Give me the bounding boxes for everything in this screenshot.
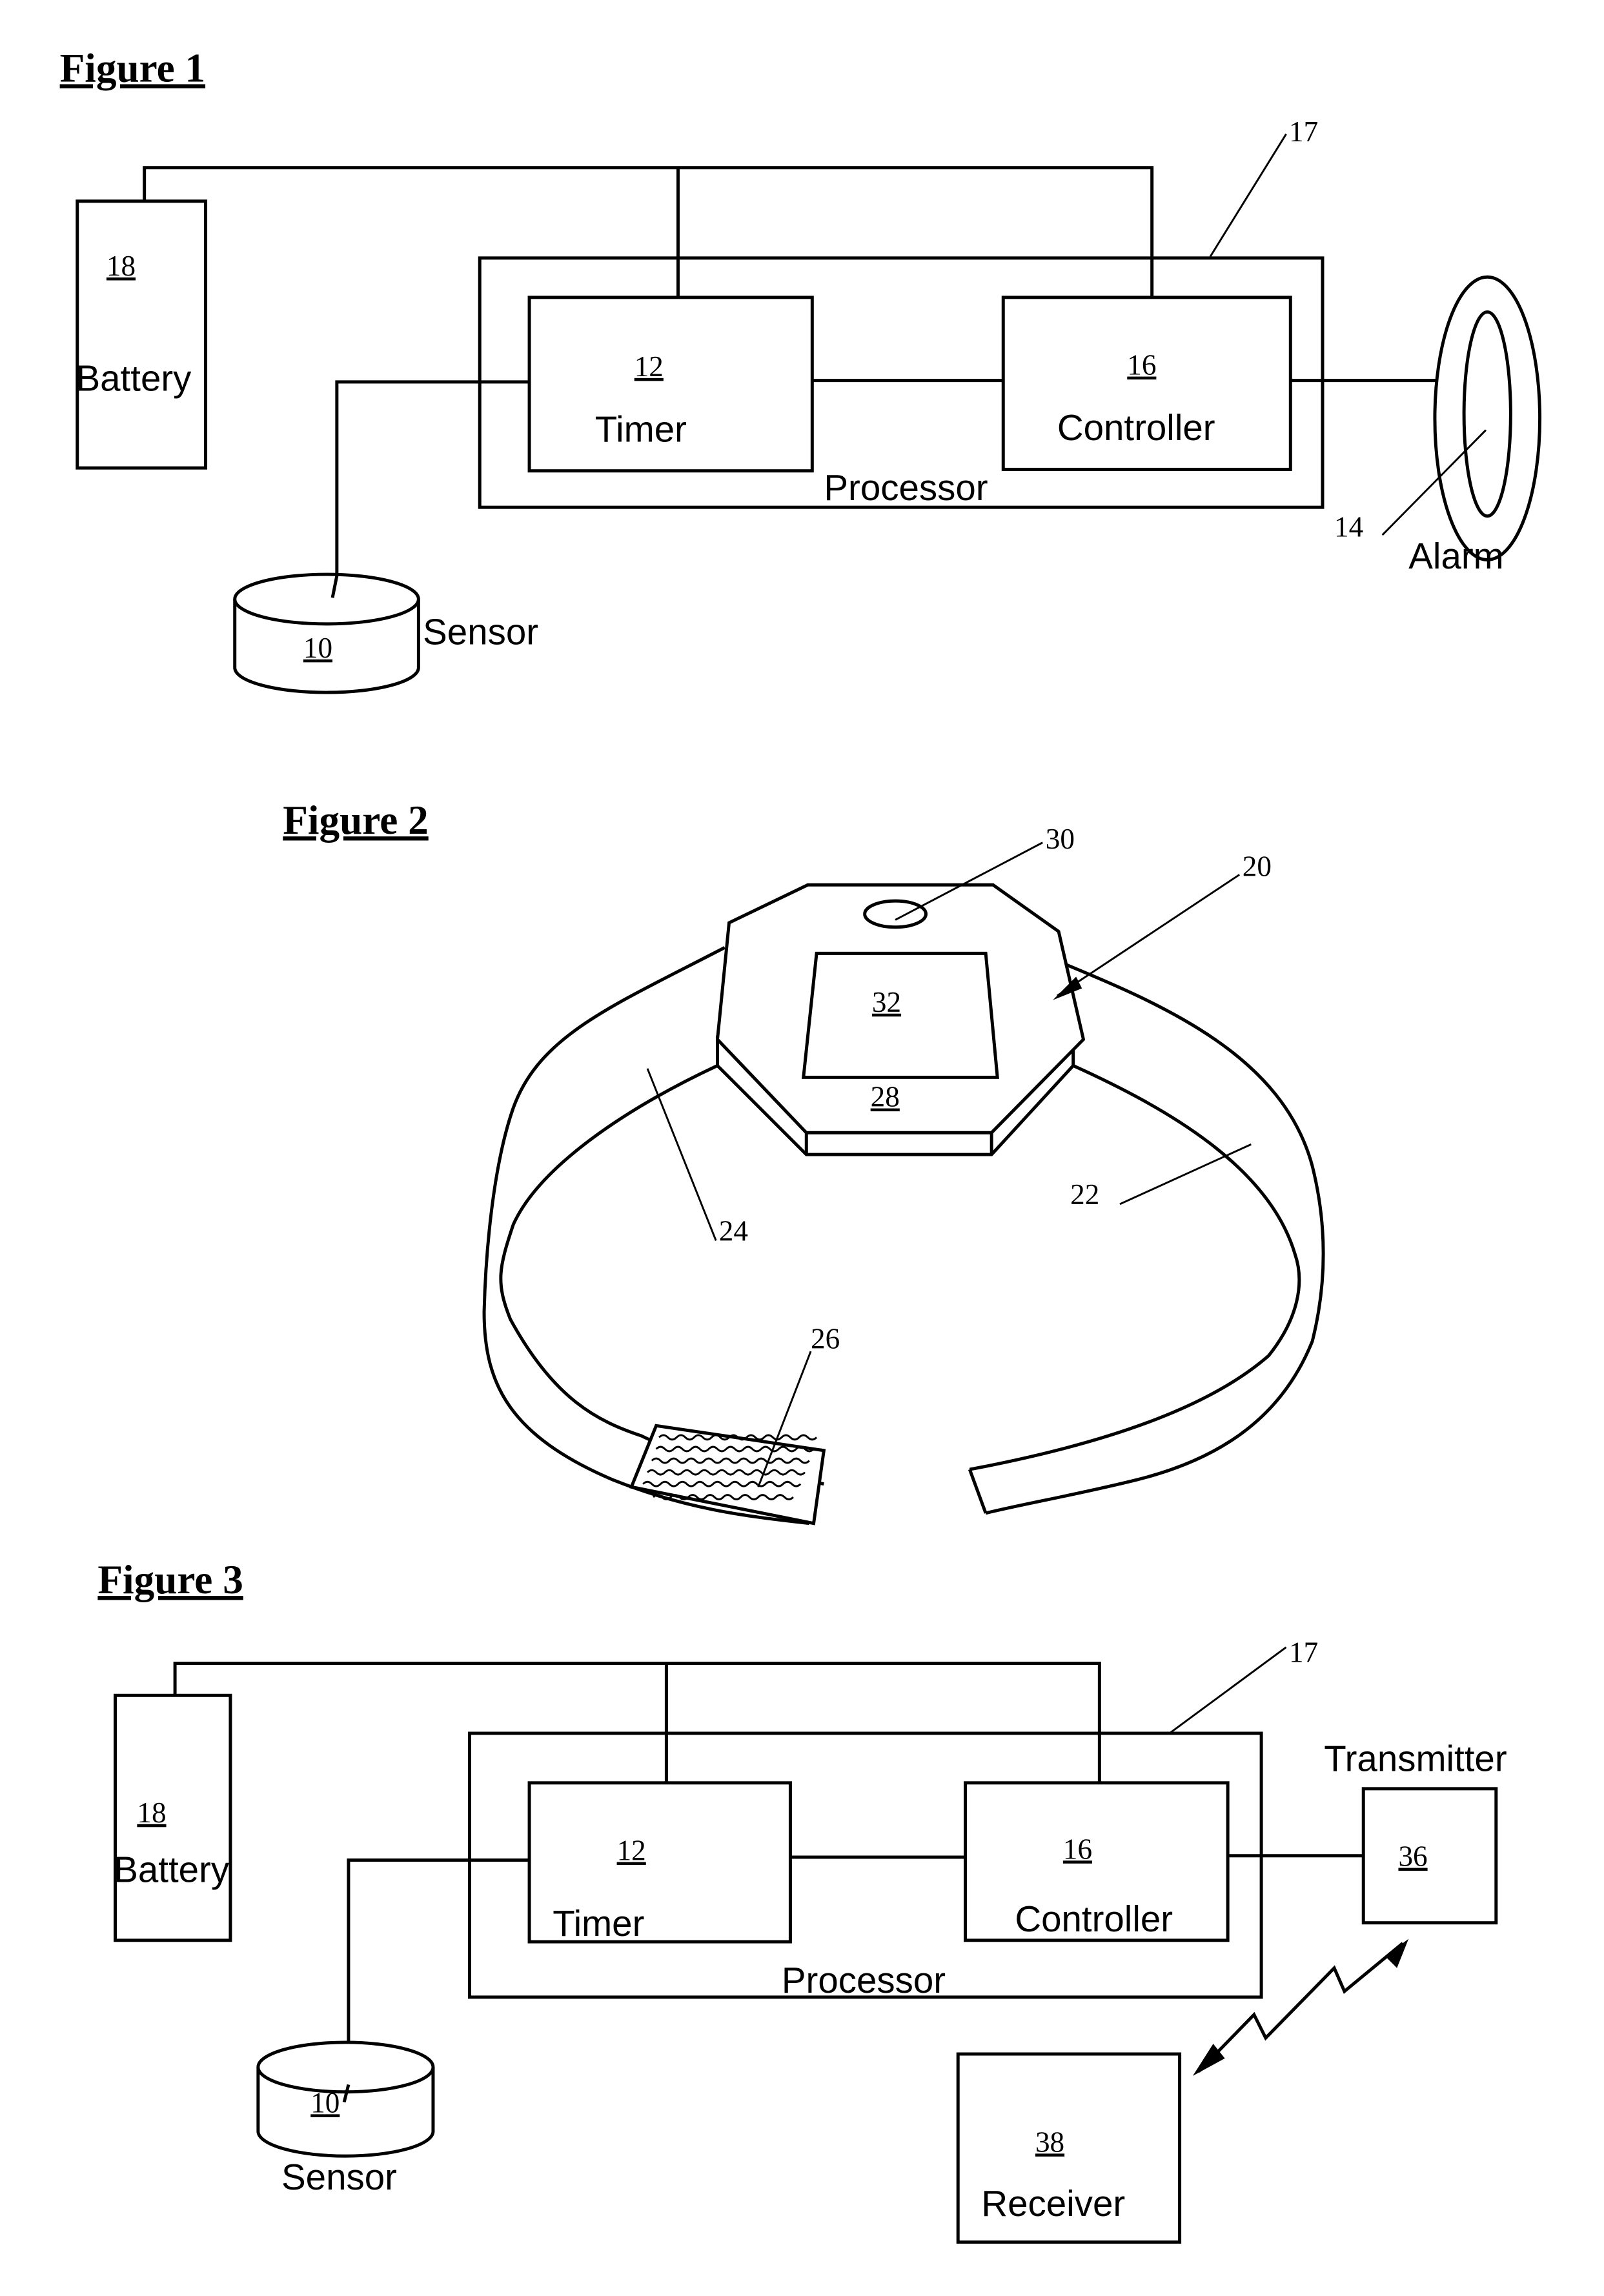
processor-label: Processor — [824, 467, 988, 508]
battery-ref: 18 — [107, 250, 136, 282]
figure-2-title: Figure 2 — [283, 798, 428, 843]
device-ref: 20 — [1243, 851, 1272, 883]
sensor-label: Sensor — [281, 2157, 397, 2197]
controller-label: Controller — [1057, 407, 1215, 448]
band-end-cut — [968, 1469, 988, 1514]
figure-1-title: Figure 1 — [60, 46, 205, 91]
power-bus-line — [173, 1662, 1101, 1783]
alarm-label: Alarm — [1408, 536, 1503, 576]
button-ref: 30 — [1046, 823, 1075, 855]
figure-2: Figure 2 32 28 30 20 24 22 26 — [283, 798, 1325, 1526]
timer-label: Timer — [595, 408, 687, 449]
alarm-ref: 14 — [1334, 510, 1363, 543]
transmitter-ref: 36 — [1398, 1840, 1427, 1873]
patent-drawing-sheet: Figure 1 18 Battery Processor 17 12 Time… — [60, 46, 1542, 2244]
timer-label: Timer — [553, 1903, 644, 1944]
sensor-line — [330, 380, 530, 596]
power-bus-line — [143, 166, 1154, 297]
controller-label: Controller — [1015, 1898, 1173, 1939]
figure-3: Figure 3 18 Battery Processor 17 12 Time… — [97, 1557, 1507, 2244]
transmitter-block — [1361, 1787, 1498, 1925]
sensor-label: Sensor — [423, 611, 538, 652]
band-left-ref: 24 — [719, 1214, 748, 1247]
controller-ref: 16 — [1127, 349, 1156, 381]
band-left-leader-line — [646, 1068, 717, 1241]
alarm-inner-ring — [1462, 310, 1512, 518]
sensor-ref: 10 — [303, 632, 332, 664]
battery-label: Battery — [114, 1849, 230, 1889]
battery-ref: 18 — [137, 1797, 166, 1829]
processor-leader-line — [1209, 134, 1287, 257]
battery-block — [76, 199, 208, 470]
display-ref: 32 — [872, 986, 901, 1018]
processor-ref: 17 — [1289, 1636, 1318, 1668]
band-left-inner-edge — [499, 1064, 824, 1486]
figure-3-title: Figure 3 — [97, 1557, 243, 1602]
housing-ref: 28 — [871, 1081, 900, 1113]
band-right-leader-line — [1119, 1143, 1252, 1205]
figure-1: Figure 1 18 Battery Processor 17 12 Time… — [60, 46, 1542, 694]
processor-label: Processor — [782, 1960, 946, 2000]
transmitter-label: Transmitter — [1324, 1738, 1507, 1779]
wireless-link-zigzag — [1197, 1942, 1404, 2073]
battery-label: Battery — [76, 357, 192, 398]
sensor-ref: 10 — [310, 2086, 340, 2119]
fastener-ref: 26 — [811, 1323, 840, 1355]
receiver-label: Receiver — [981, 2183, 1125, 2224]
receiver-ref: 38 — [1035, 2126, 1064, 2158]
band-right-ref: 22 — [1070, 1178, 1099, 1211]
device-leader-line — [1057, 874, 1241, 997]
processor-leader-line — [1168, 1646, 1287, 1735]
timer-ref: 12 — [617, 1835, 646, 1867]
timer-ref: 12 — [634, 350, 664, 383]
controller-ref: 16 — [1063, 1833, 1092, 1865]
battery-block — [114, 1693, 232, 1942]
processor-ref: 17 — [1289, 116, 1318, 148]
